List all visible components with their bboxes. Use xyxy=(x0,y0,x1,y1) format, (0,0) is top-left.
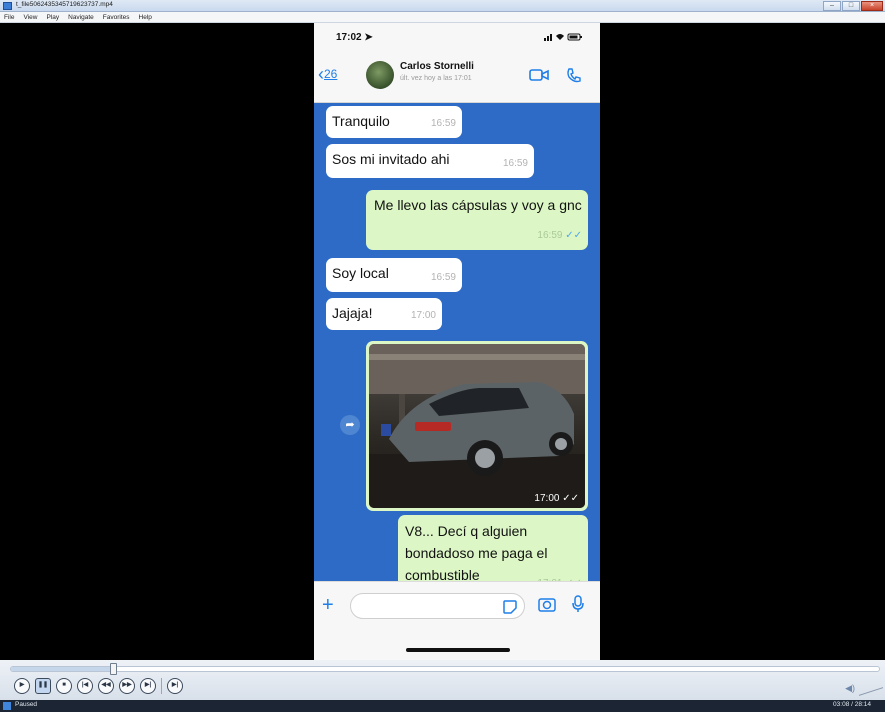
app-icon xyxy=(3,2,12,10)
maximize-icon[interactable]: □ xyxy=(842,1,860,11)
back-button[interactable]: ‹26 xyxy=(318,65,337,83)
seek-bar[interactable] xyxy=(10,663,880,675)
menu-navigate[interactable]: Navigate xyxy=(68,12,94,22)
player-controls: ▶ ❚❚ ■ |◀ ◀◀ ▶▶ ▶| ▶| ◀) xyxy=(0,660,885,700)
volume-slider[interactable] xyxy=(859,680,883,696)
home-indicator xyxy=(406,648,510,652)
pause-icon[interactable]: ❚❚ xyxy=(35,678,51,694)
status-icons xyxy=(544,32,584,44)
camera-icon[interactable] xyxy=(538,596,556,612)
message-text: V8... Decí q alguien bondadoso me paga e… xyxy=(405,523,548,583)
seek-progress xyxy=(11,667,113,671)
menu-bar: File View Play Navigate Favorites Help xyxy=(0,12,885,23)
minimize-icon[interactable]: – xyxy=(823,1,841,11)
message-time: 16:59 xyxy=(502,158,528,169)
message-text: Soy local xyxy=(332,265,389,281)
signal-wifi-battery-icon xyxy=(544,33,582,41)
microphone-icon[interactable] xyxy=(572,595,584,613)
player-state: Paused xyxy=(15,701,38,708)
phone-status-bar: 17:02 ➤ xyxy=(314,23,600,51)
video-area[interactable]: 17:02 ➤ ‹26 Carlos Stornelli últ. vez ho… xyxy=(0,23,885,660)
stop-icon[interactable]: ■ xyxy=(56,678,72,694)
status-time: 17:02 ➤ xyxy=(336,32,373,43)
seek-thumb[interactable] xyxy=(109,663,117,675)
message-time: 16:59 xyxy=(430,118,456,129)
last-seen: últ. vez hoy a las 17:01 xyxy=(400,75,472,82)
message-text: Sos mi invitado ahi xyxy=(332,151,450,167)
menu-file[interactable]: File xyxy=(4,12,14,22)
window-title: t_file5062435345719623737.mp4 xyxy=(16,1,113,8)
message-input-bar: + xyxy=(314,581,600,660)
message-time: 16:59 ✓✓ xyxy=(537,230,582,241)
message-list: Tranquilo 16:59 Sos mi invitado ahi 16:5… xyxy=(314,103,600,599)
status-bar: Paused 03:08 / 28:14 xyxy=(0,700,885,712)
chat-header: ‹26 Carlos Stornelli últ. vez hoy a las … xyxy=(314,51,600,103)
message-time: 17:00 ✓✓ xyxy=(534,493,579,504)
message-bubble[interactable]: Sos mi invitado ahi 16:59 xyxy=(326,144,534,178)
car-photo[interactable]: 17:00 ✓✓ xyxy=(369,344,585,508)
frame-step-icon[interactable]: ▶| xyxy=(167,678,183,694)
add-attachment-icon[interactable]: + xyxy=(322,594,334,617)
window-controls: – □ × xyxy=(823,1,883,11)
close-icon[interactable]: × xyxy=(861,1,883,11)
message-input[interactable] xyxy=(350,593,525,619)
message-text: Me llevo las cápsulas y voy a gnc xyxy=(374,197,582,213)
play-icon[interactable]: ▶ xyxy=(14,678,30,694)
video-call-icon[interactable] xyxy=(529,68,549,82)
car-photo-image xyxy=(369,344,585,508)
contact-name[interactable]: Carlos Stornelli xyxy=(400,61,474,72)
volume-icon[interactable]: ◀) xyxy=(845,683,855,694)
sticker-icon[interactable] xyxy=(502,599,518,615)
forward-icon[interactable]: ➦ xyxy=(340,415,360,435)
message-bubble[interactable]: Me llevo las cápsulas y voy a gnc 16:59 … xyxy=(366,190,588,250)
menu-help[interactable]: Help xyxy=(139,12,152,22)
message-text: Jajaja! xyxy=(332,305,373,321)
player-state-icon xyxy=(3,702,11,710)
message-bubble[interactable]: Jajaja! 17:00 xyxy=(326,298,442,330)
message-bubble[interactable]: Soy local 16:59 xyxy=(326,258,462,292)
message-time: 16:59 xyxy=(430,272,456,283)
phone-screen: 17:02 ➤ ‹26 Carlos Stornelli últ. vez ho… xyxy=(314,23,600,660)
phone-call-icon[interactable] xyxy=(566,68,582,84)
previous-icon[interactable]: |◀ xyxy=(77,678,93,694)
avatar[interactable] xyxy=(366,61,394,89)
transport-controls: ▶ ❚❚ ■ |◀ ◀◀ ▶▶ ▶| ▶| xyxy=(14,678,183,694)
menu-play[interactable]: Play xyxy=(46,12,59,22)
menu-view[interactable]: View xyxy=(23,12,37,22)
fast-forward-icon[interactable]: ▶▶ xyxy=(119,678,135,694)
title-bar: t_file5062435345719623737.mp4 – □ × xyxy=(0,0,885,12)
player-time: 03:08 / 28:14 xyxy=(833,701,871,708)
separator xyxy=(161,678,162,694)
message-text: Tranquilo xyxy=(332,113,390,129)
message-time: 17:00 xyxy=(410,310,436,321)
message-bubble[interactable]: Tranquilo 16:59 xyxy=(326,106,462,138)
photo-message[interactable]: 17:00 ✓✓ xyxy=(366,341,588,511)
menu-favorites[interactable]: Favorites xyxy=(103,12,130,22)
rewind-icon[interactable]: ◀◀ xyxy=(98,678,114,694)
next-icon[interactable]: ▶| xyxy=(140,678,156,694)
